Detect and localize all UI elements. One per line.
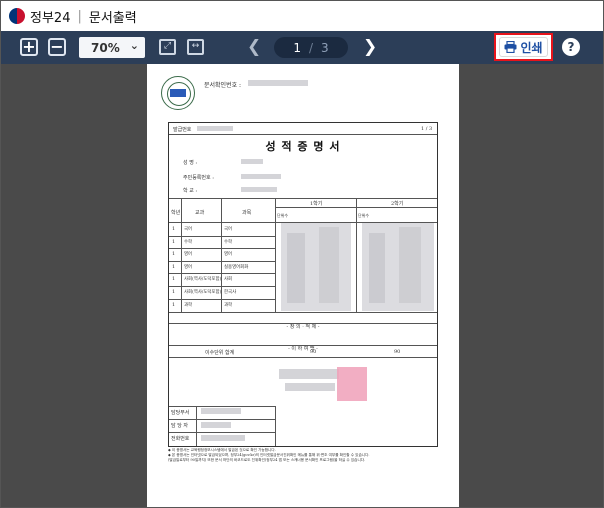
document-notes: ◆ 이 증명서는 교육행정정보시스템에서 발급된 것으로 확인 가능합니다. ◆… — [168, 448, 454, 463]
name-label: 성 명 : — [183, 160, 198, 166]
total-units-label: 이수단위 합계 — [205, 350, 235, 356]
redacted-person — [201, 422, 231, 428]
header-semester1: 1학기 — [310, 201, 323, 207]
zoom-in-icon[interactable]: + — [20, 38, 38, 56]
zoom-out-icon[interactable]: − — [48, 38, 66, 56]
row-grade: 1 — [172, 251, 176, 258]
prev-page-icon[interactable]: ❮ — [247, 37, 261, 57]
row-divider — [169, 273, 275, 275]
row-subject: 실용영어회화 — [224, 264, 249, 270]
row-subject: 과학 — [224, 302, 233, 308]
row-curriculum: 과학 — [184, 302, 193, 308]
row-grade: 1 — [172, 301, 176, 308]
row-grade: 1 — [172, 289, 176, 295]
window-title: 문서출력 — [88, 10, 137, 26]
row-grade: 1 — [172, 276, 176, 283]
row-grade: 1 — [172, 226, 176, 232]
row-subject: 국어 — [224, 227, 233, 232]
redacted-phone — [201, 435, 245, 441]
viewer-toolbar: + − 70% ⌄ ⤢ ↔ ❮ 1 / 3 ❯ 인쇄 ? — [1, 31, 603, 64]
redacted-issuer — [279, 369, 339, 379]
row-subject: 사회 — [224, 277, 233, 283]
zoom-select[interactable]: 70% ⌄ — [79, 37, 145, 58]
document-page: 문서확인번호 : 발급번호 1 / 3 성 적 증 명 서 성 명 : 주민등록… — [147, 64, 459, 507]
row-curriculum: 영어 — [184, 264, 193, 270]
rrn-label: 주민등록번호 : — [183, 175, 214, 181]
person-label: 담 당 자 — [171, 423, 188, 429]
issue-number-label: 발급번호 — [173, 127, 192, 133]
printer-icon — [504, 41, 517, 53]
school-label: 학 교 : — [183, 188, 198, 194]
title-separator: | — [77, 8, 82, 24]
header-semester2: 2학기 — [391, 201, 404, 207]
total-units-sem1: 90 — [310, 349, 317, 355]
redacted-issue-number — [197, 126, 233, 131]
row-subject: 수학 — [224, 239, 233, 245]
fit-width-icon[interactable]: ↔ — [187, 39, 204, 55]
chevron-down-icon: ⌄ — [129, 39, 139, 52]
row-divider — [169, 235, 275, 237]
row-divider — [169, 298, 275, 300]
row-grade: 1 — [172, 263, 176, 270]
header-units-2: 단위수 — [358, 213, 370, 218]
redacted-verify-number — [248, 80, 308, 86]
section-creative: - 창 의 · 적 체 - — [286, 324, 320, 330]
print-highlight: 인쇄 — [494, 33, 553, 61]
header-grade: 학년 — [171, 210, 181, 216]
next-page-icon[interactable]: ❯ — [363, 37, 377, 57]
page-count: 1 / 3 — [421, 126, 433, 132]
page-separator: / — [308, 40, 314, 55]
header-subject: 과목 — [242, 210, 252, 216]
redacted-issuer-title — [285, 383, 335, 391]
document-title: 성 적 증 명 서 — [265, 140, 341, 153]
document-print-window: 정부24 | 문서출력 + − 70% ⌄ ⤢ ↔ ❮ 1 / 3 ❯ 인쇄 ?… — [0, 0, 604, 508]
print-button[interactable]: 인쇄 — [499, 37, 548, 57]
row-curriculum: 영어 — [184, 252, 193, 258]
app-name: 정부24 — [30, 10, 71, 26]
row-subject: 영어 — [224, 252, 233, 258]
row-curriculum: 수학 — [184, 239, 193, 245]
row-divider — [169, 286, 275, 287]
current-page[interactable]: 1 — [293, 41, 301, 55]
total-pages: 3 — [321, 40, 329, 55]
row-curriculum: 사회(역사/도덕포함) — [184, 277, 222, 283]
header-units-1: 단위수 — [277, 213, 289, 218]
document-viewer[interactable]: 문서확인번호 : 발급번호 1 / 3 성 적 증 명 서 성 명 : 주민등록… — [1, 64, 603, 507]
redacted-school — [241, 187, 277, 192]
zoom-value: 70% — [91, 40, 120, 55]
verification-seal-icon — [161, 76, 195, 110]
note-line: (발급일로부터 90일까지) 또한 문서 하단의 바코드로도 진위확인(정부24… — [168, 458, 366, 462]
redacted-rrn — [241, 174, 281, 179]
help-icon[interactable]: ? — [562, 38, 580, 56]
official-stamp-icon — [337, 367, 367, 401]
row-grade: 1 — [172, 238, 176, 245]
government-logo-icon — [9, 8, 25, 24]
total-units-sem2: 90 — [394, 349, 401, 355]
verify-number-label: 문서확인번호 : — [204, 82, 242, 89]
print-label: 인쇄 — [520, 40, 543, 55]
redacted-dept — [201, 408, 241, 414]
phone-label: 전화번호 — [171, 436, 190, 442]
redacted-name — [241, 159, 263, 164]
header-curriculum: 교과 — [195, 210, 205, 216]
row-divider — [169, 248, 275, 250]
transcript-form: 발급번호 1 / 3 성 적 증 명 서 성 명 : 주민등록번호 : 학 교 … — [168, 122, 438, 447]
title-bar: 정부24 | 문서출력 — [1, 1, 603, 31]
row-curriculum: 사회(역사/도덕포함) — [184, 290, 222, 295]
dept-label: 담당부서 — [171, 410, 190, 416]
page-indicator[interactable]: 1 / 3 — [274, 37, 348, 58]
fit-page-icon[interactable]: ⤢ — [159, 39, 176, 55]
row-divider — [169, 260, 275, 262]
row-subject: 한국사 — [224, 290, 237, 295]
row-curriculum: 국어 — [184, 227, 193, 232]
